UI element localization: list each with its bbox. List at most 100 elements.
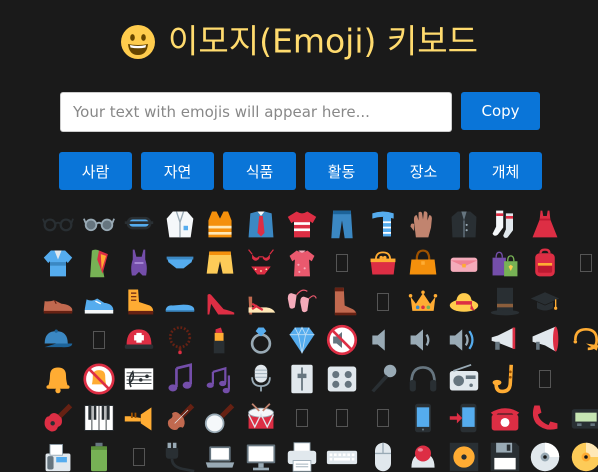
shopping-bags-icon[interactable] bbox=[487, 245, 523, 281]
missing-glyph-icon[interactable] bbox=[527, 361, 563, 397]
scarf-icon[interactable] bbox=[365, 206, 401, 242]
t-shirt-icon[interactable] bbox=[284, 206, 320, 242]
level-slider-icon[interactable] bbox=[284, 361, 320, 397]
missing-glyph-icon[interactable] bbox=[121, 439, 157, 472]
lipstick-icon[interactable] bbox=[202, 322, 238, 358]
guitar-icon[interactable] bbox=[40, 400, 76, 436]
desktop-computer-icon[interactable] bbox=[243, 439, 279, 472]
tab-objects[interactable]: 개체 bbox=[469, 152, 542, 190]
missing-glyph-icon[interactable] bbox=[81, 322, 117, 358]
tab-nature[interactable]: 자연 bbox=[141, 152, 214, 190]
missing-glyph-icon[interactable] bbox=[365, 284, 401, 320]
purse-icon[interactable] bbox=[365, 245, 401, 281]
pager-icon[interactable] bbox=[568, 400, 598, 436]
trackball-icon[interactable] bbox=[405, 439, 441, 472]
musical-notes-icon[interactable] bbox=[202, 361, 238, 397]
dvd-icon[interactable] bbox=[568, 439, 598, 472]
floppy-disk-icon[interactable] bbox=[487, 439, 523, 472]
battery-icon[interactable] bbox=[81, 439, 117, 472]
drum-icon[interactable] bbox=[243, 400, 279, 436]
mobile-phone-arrow-icon[interactable] bbox=[446, 400, 482, 436]
banjo-icon[interactable] bbox=[202, 400, 238, 436]
lab-coat-icon[interactable] bbox=[162, 206, 198, 242]
keyboard-icon[interactable] bbox=[324, 439, 360, 472]
studio-microphone-icon[interactable] bbox=[243, 361, 279, 397]
musical-score-icon[interactable] bbox=[121, 361, 157, 397]
electric-plug-icon[interactable] bbox=[162, 439, 198, 472]
muted-speaker-icon[interactable] bbox=[324, 322, 360, 358]
billed-cap-icon[interactable] bbox=[40, 322, 76, 358]
computer-disk-icon[interactable] bbox=[446, 439, 482, 472]
laptop-icon[interactable] bbox=[202, 439, 238, 472]
necktie-icon[interactable] bbox=[243, 206, 279, 242]
tab-people[interactable]: 사람 bbox=[59, 152, 132, 190]
missing-glyph-icon[interactable] bbox=[568, 245, 598, 281]
glasses-icon[interactable] bbox=[40, 206, 76, 242]
telephone-icon[interactable] bbox=[487, 400, 523, 436]
prayer-beads-icon[interactable] bbox=[162, 322, 198, 358]
dress-icon[interactable] bbox=[527, 206, 563, 242]
running-shoe-icon[interactable] bbox=[81, 284, 117, 320]
missing-glyph-icon[interactable] bbox=[365, 400, 401, 436]
missing-glyph-icon[interactable] bbox=[324, 245, 360, 281]
musical-keyboard-icon[interactable] bbox=[81, 400, 117, 436]
emoji-text-input[interactable] bbox=[60, 92, 452, 132]
gloves-icon[interactable] bbox=[405, 206, 441, 242]
goggles-icon[interactable] bbox=[121, 206, 157, 242]
backpack-icon[interactable] bbox=[527, 245, 563, 281]
speaker-low-icon[interactable] bbox=[365, 322, 401, 358]
sandal-icon[interactable] bbox=[243, 284, 279, 320]
computer-mouse-icon[interactable] bbox=[365, 439, 401, 472]
mobile-phone-icon[interactable] bbox=[405, 400, 441, 436]
crown-icon[interactable] bbox=[405, 284, 441, 320]
mans-shoe-icon[interactable] bbox=[40, 284, 76, 320]
clutch-bag-icon[interactable] bbox=[446, 245, 482, 281]
ballet-shoes-icon[interactable] bbox=[284, 284, 320, 320]
briefs-icon[interactable] bbox=[162, 245, 198, 281]
headphone-icon[interactable] bbox=[405, 361, 441, 397]
radio-icon[interactable] bbox=[446, 361, 482, 397]
womans-boot-icon[interactable] bbox=[324, 284, 360, 320]
gem-icon[interactable] bbox=[284, 322, 320, 358]
loudspeaker-icon[interactable] bbox=[487, 322, 523, 358]
saxophone-icon[interactable] bbox=[487, 361, 523, 397]
ring-icon[interactable] bbox=[243, 322, 279, 358]
speaker-medium-icon[interactable] bbox=[405, 322, 441, 358]
telephone-receiver-icon[interactable] bbox=[527, 400, 563, 436]
high-heel-icon[interactable] bbox=[202, 284, 238, 320]
missing-glyph-icon[interactable] bbox=[284, 400, 320, 436]
sunglasses-icon[interactable] bbox=[81, 206, 117, 242]
tab-activities[interactable]: 활동 bbox=[305, 152, 378, 190]
microphone-icon[interactable] bbox=[365, 361, 401, 397]
trumpet-icon[interactable] bbox=[121, 400, 157, 436]
jeans-icon[interactable] bbox=[324, 206, 360, 242]
shorts-icon[interactable] bbox=[202, 245, 238, 281]
fax-machine-icon[interactable] bbox=[40, 439, 76, 472]
control-knobs-icon[interactable] bbox=[324, 361, 360, 397]
tab-places[interactable]: 장소 bbox=[387, 152, 460, 190]
socks-icon[interactable] bbox=[487, 206, 523, 242]
safety-vest-icon[interactable] bbox=[202, 206, 238, 242]
kimono-icon[interactable] bbox=[40, 245, 76, 281]
bikini-icon[interactable] bbox=[243, 245, 279, 281]
top-hat-icon[interactable] bbox=[487, 284, 523, 320]
copy-button[interactable]: Copy bbox=[461, 92, 540, 130]
megaphone-icon[interactable] bbox=[527, 322, 563, 358]
missing-glyph-icon[interactable] bbox=[324, 400, 360, 436]
handbag-icon[interactable] bbox=[405, 245, 441, 281]
graduation-cap-icon[interactable] bbox=[527, 284, 563, 320]
flat-shoe-icon[interactable] bbox=[162, 284, 198, 320]
bell-icon[interactable] bbox=[40, 361, 76, 397]
printer-icon[interactable] bbox=[284, 439, 320, 472]
musical-note-icon[interactable] bbox=[162, 361, 198, 397]
one-piece-swimsuit-icon[interactable] bbox=[121, 245, 157, 281]
optical-disk-icon[interactable] bbox=[527, 439, 563, 472]
tab-food[interactable]: 식품 bbox=[223, 152, 296, 190]
postal-horn-icon[interactable] bbox=[568, 322, 598, 358]
coat-icon[interactable] bbox=[446, 206, 482, 242]
womans-hat-icon[interactable] bbox=[446, 284, 482, 320]
sari-icon[interactable] bbox=[81, 245, 117, 281]
rescue-helmet-icon[interactable] bbox=[121, 322, 157, 358]
speaker-high-icon[interactable] bbox=[446, 322, 482, 358]
bell-slash-icon[interactable] bbox=[81, 361, 117, 397]
